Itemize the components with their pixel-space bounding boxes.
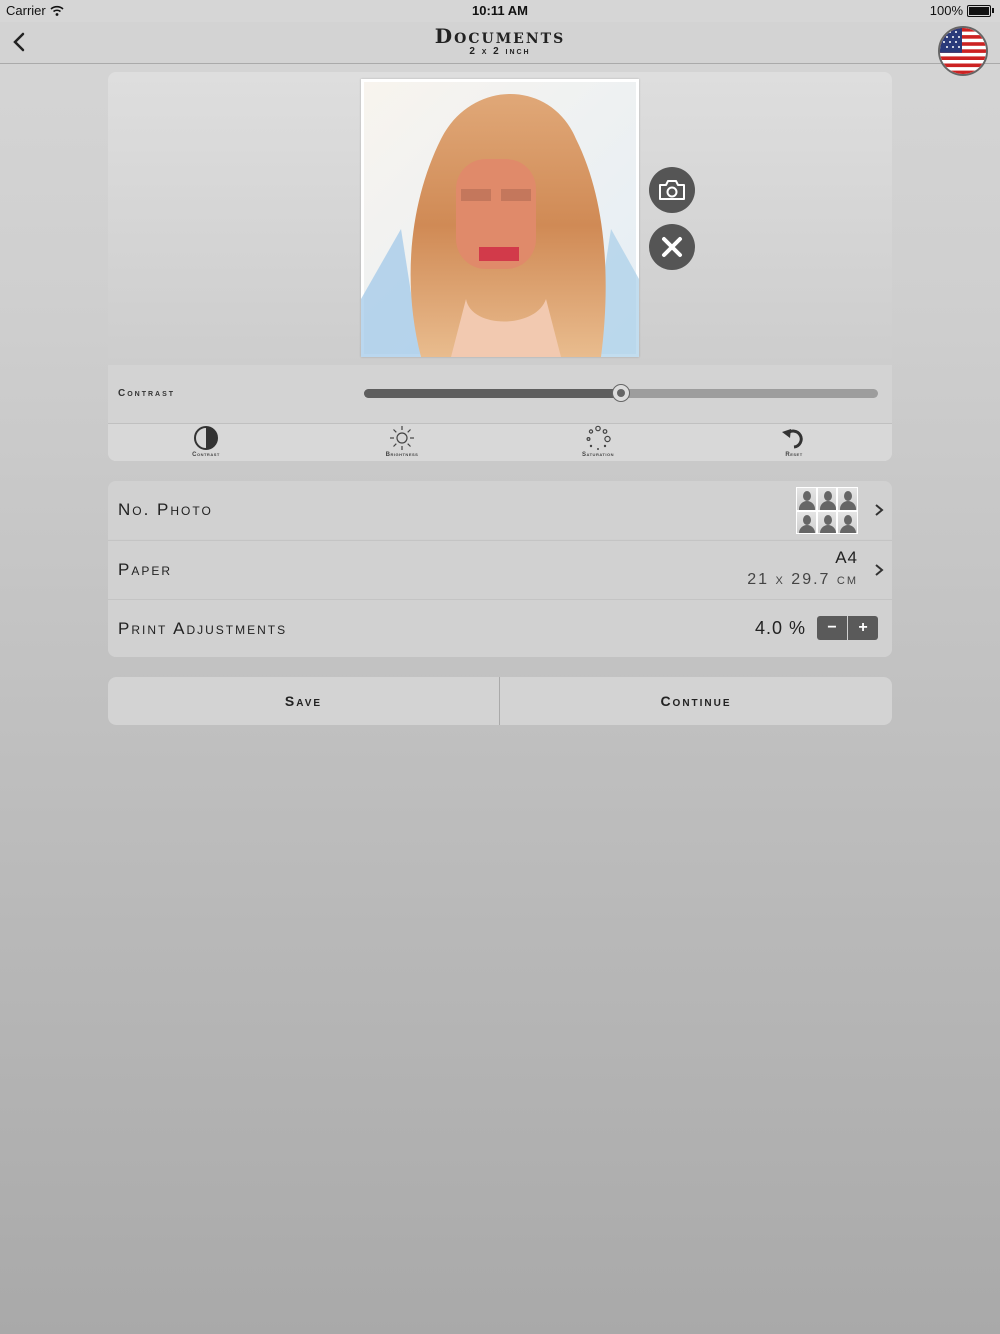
slider-fill	[364, 389, 621, 398]
chevron-right-icon	[875, 564, 884, 576]
slider-thumb[interactable]	[612, 384, 630, 402]
tool-label: Saturation	[582, 452, 614, 458]
tool-reset[interactable]: Reset	[696, 424, 892, 461]
slider-label: Contrast	[118, 388, 176, 399]
battery-percent: 100%	[929, 3, 963, 18]
contrast-slider[interactable]	[364, 384, 878, 402]
print-adjustments-label: Print Adjustments	[118, 619, 288, 638]
tool-contrast[interactable]: Contrast	[108, 424, 304, 461]
print-adjustments-row: Print Adjustments 4.0 % − +	[108, 599, 892, 657]
decrement-button[interactable]: −	[817, 616, 847, 640]
photo-area	[108, 72, 892, 365]
clock: 10:11 AM	[472, 3, 528, 18]
contrast-icon	[194, 426, 218, 450]
close-icon	[662, 237, 682, 257]
increment-button[interactable]: +	[848, 616, 878, 640]
action-buttons: Save Continue	[108, 677, 892, 725]
photo-count-row[interactable]: No. Photo	[108, 481, 892, 539]
reset-icon	[782, 429, 803, 449]
tool-label: Reset	[785, 452, 803, 458]
adjustment-toolbar: Contrast Brightness Saturation Reset	[108, 424, 892, 461]
nav-bar: Documents 2 x 2 inch	[0, 22, 1000, 64]
print-adjustments-value: 4.0 %	[754, 618, 806, 638]
battery-icon	[967, 4, 991, 17]
tool-saturation[interactable]: Saturation	[500, 424, 696, 461]
tool-label: Brightness	[385, 452, 419, 458]
photo-count-label: No. Photo	[118, 500, 213, 519]
continue-button[interactable]: Continue	[500, 677, 892, 725]
paper-row[interactable]: Paper A4 21 x 29.7 cm	[108, 540, 892, 599]
page-subtitle: 2 x 2 inch	[469, 46, 531, 57]
tool-label: Contrast	[192, 452, 220, 458]
battery-group: 100%	[930, 3, 994, 18]
status-bar: Carrier 10:11 AM 100%	[0, 0, 1000, 22]
page-title: Documents	[434, 24, 566, 48]
photo-layout-preview	[796, 487, 858, 534]
us-flag-icon[interactable]	[938, 26, 988, 76]
photo-editor-card: Contrast Contrast Brightness Saturation …	[108, 72, 892, 461]
paper-label: Paper	[118, 560, 173, 579]
save-button[interactable]: Save	[108, 677, 499, 725]
paper-format: A4	[835, 548, 858, 567]
adjustment-slider-row: Contrast	[108, 365, 892, 424]
camera-icon	[659, 180, 685, 200]
camera-button[interactable]	[649, 167, 695, 213]
dots-circle-icon	[586, 425, 611, 450]
sun-icon	[390, 426, 414, 450]
paper-size: 21 x 29.7 cm	[747, 571, 858, 588]
delete-photo-button[interactable]	[649, 224, 695, 270]
tool-brightness[interactable]: Brightness	[304, 424, 500, 461]
settings-list: No. Photo Paper A4 21 x 29.7 cm Print Ad…	[108, 481, 892, 657]
print-adjustments-stepper: − +	[817, 616, 878, 640]
portrait-photo	[361, 79, 639, 357]
chevron-right-icon	[875, 504, 884, 516]
